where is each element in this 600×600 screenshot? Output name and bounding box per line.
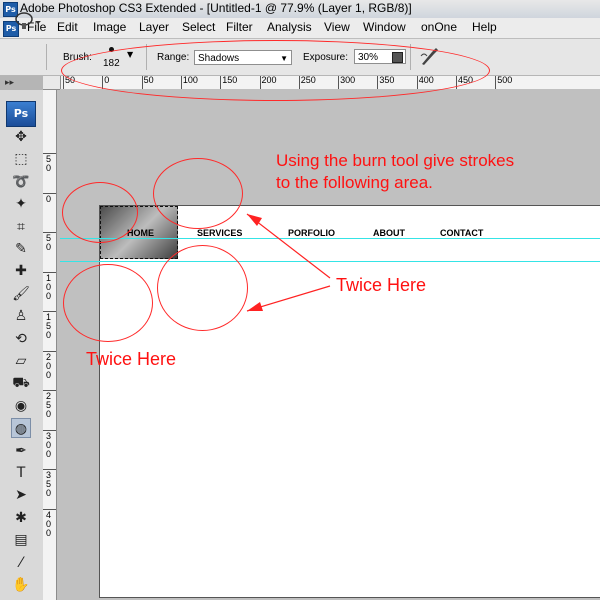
annotation-arrows: [246, 213, 331, 312]
twice-here-right: Twice Here: [336, 275, 427, 295]
instruction-text: Using the burn tool give strokes to the …: [276, 151, 515, 192]
twice-here-left: Twice Here: [86, 349, 177, 369]
